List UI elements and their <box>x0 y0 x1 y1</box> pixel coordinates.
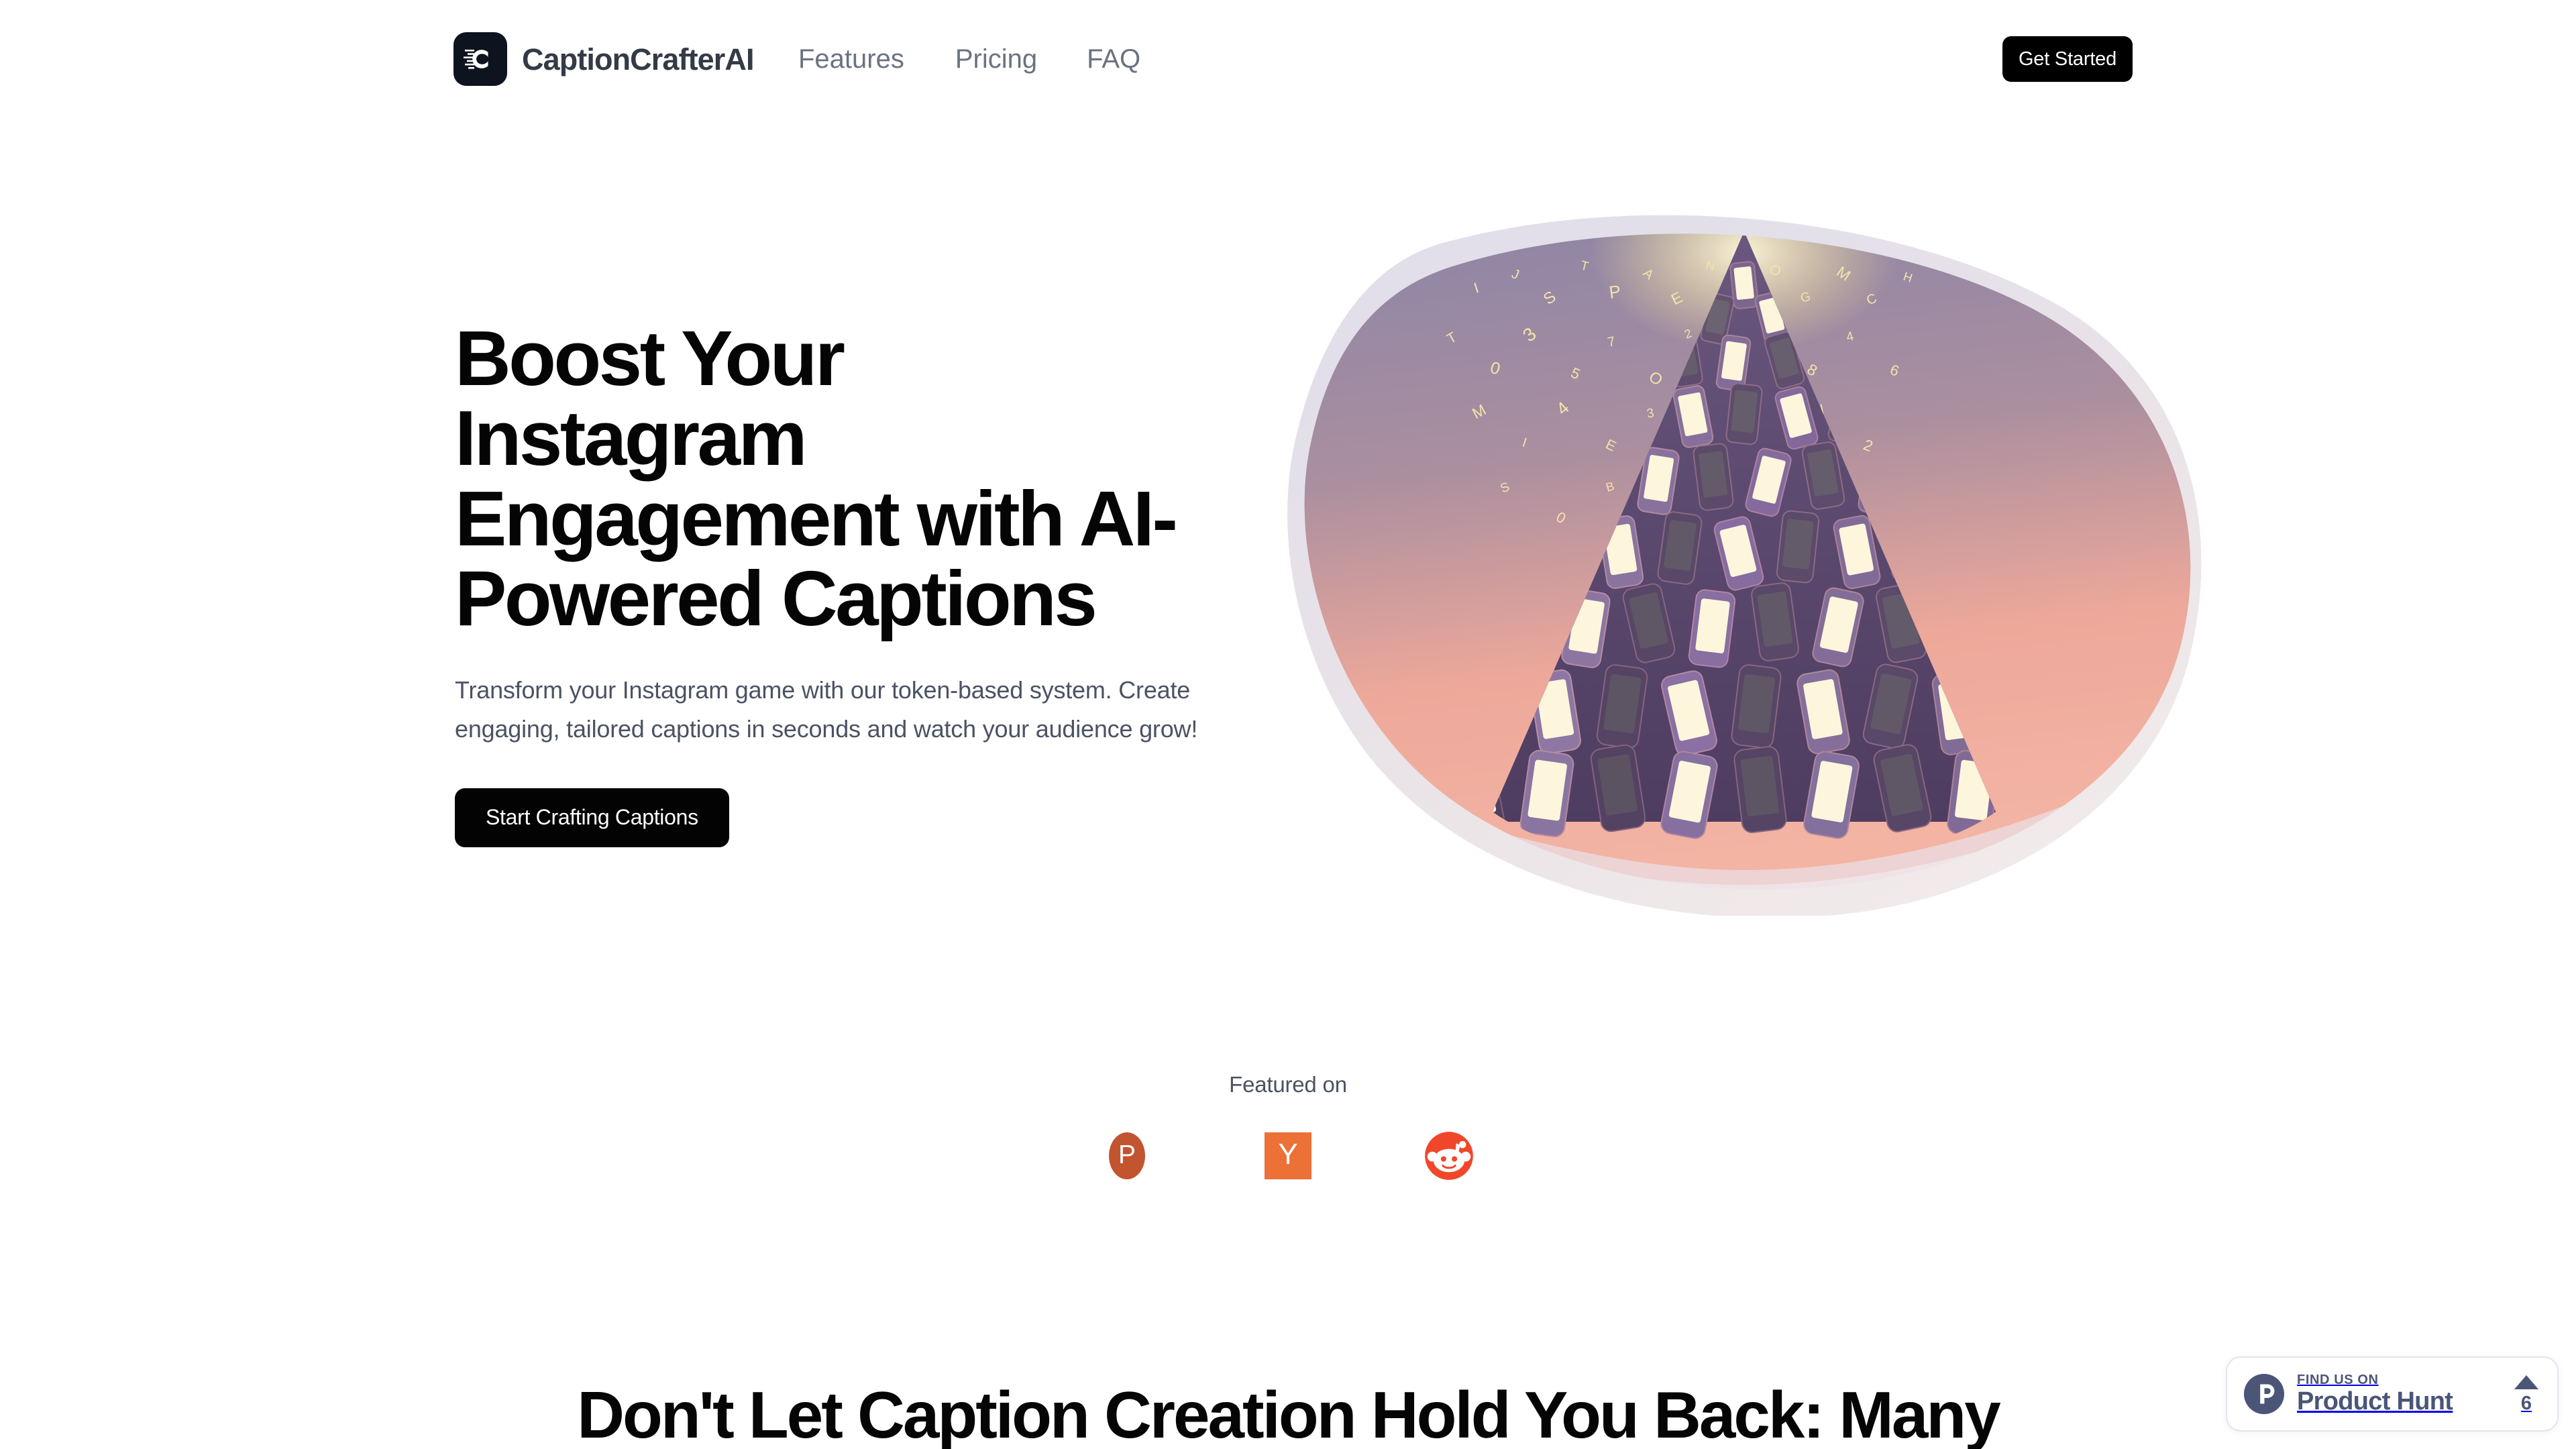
hero-subtitle: Transform your Instagram game with our t… <box>455 676 1198 743</box>
problem-section-heading: Don't Let Caption Creation Hold You Back… <box>577 1378 2000 1449</box>
caption-c-logo-icon <box>453 32 507 86</box>
featured-logo-slot-2: Y <box>1208 1132 1368 1179</box>
featured-on-section: Featured on P Y <box>0 1073 2576 1181</box>
primary-nav: Features Pricing FAQ <box>798 42 1140 76</box>
featured-logo-row: P Y <box>0 1131 2576 1181</box>
get-started-button[interactable]: Get Started <box>2002 36 2133 82</box>
product-hunt-upvote[interactable]: 6 <box>2514 1375 2542 1413</box>
product-hunt-logo-icon <box>2243 1373 2285 1415</box>
site-header: CaptionCrafterAI Features Pricing FAQ Ge… <box>0 0 2576 117</box>
featured-logo-slot-3 <box>1368 1131 1529 1181</box>
landing-page: CaptionCrafterAI Features Pricing FAQ Ge… <box>0 0 2576 1449</box>
hero-title: Boost Your Instagram Engagement with AI-… <box>455 315 1178 643</box>
reddit-badge-icon[interactable] <box>1424 1131 1474 1181</box>
featured-on-label: Featured on <box>1229 1072 1347 1097</box>
brand-name: CaptionCrafterAI <box>522 42 755 76</box>
hero-copy: Boost Your Instagram Engagement with AI-… <box>455 315 1213 847</box>
hacker-news-badge-icon[interactable]: Y <box>1265 1132 1311 1179</box>
upvote-count: 6 <box>2520 1392 2532 1414</box>
product-hunt-badge-icon[interactable]: P <box>1109 1132 1145 1179</box>
product-hunt-title: Product Hunt <box>2297 1387 2453 1415</box>
hero-section: Boost Your Instagram Engagement with AI-… <box>0 117 2576 996</box>
product-hunt-widget-text: FIND US ON Product Hunt <box>2297 1373 2514 1416</box>
product-hunt-widget[interactable]: FIND US ON Product Hunt 6 <box>2226 1356 2559 1432</box>
phone-pyramid-illustration: I J S T P A E N R O G M C H T <box>1275 205 2214 916</box>
featured-logo-slot-1: P <box>1046 1132 1208 1179</box>
nav-link-faq[interactable]: FAQ <box>1087 42 1140 76</box>
product-hunt-kicker: FIND US ON <box>2297 1372 2379 1387</box>
nav-link-features[interactable]: Features <box>798 42 904 76</box>
start-crafting-captions-button[interactable]: Start Crafting Captions <box>455 788 729 847</box>
nav-link-pricing[interactable]: Pricing <box>955 42 1037 76</box>
brand-logo-link[interactable]: CaptionCrafterAI <box>453 32 755 86</box>
upvote-arrow-icon <box>2514 1375 2538 1389</box>
